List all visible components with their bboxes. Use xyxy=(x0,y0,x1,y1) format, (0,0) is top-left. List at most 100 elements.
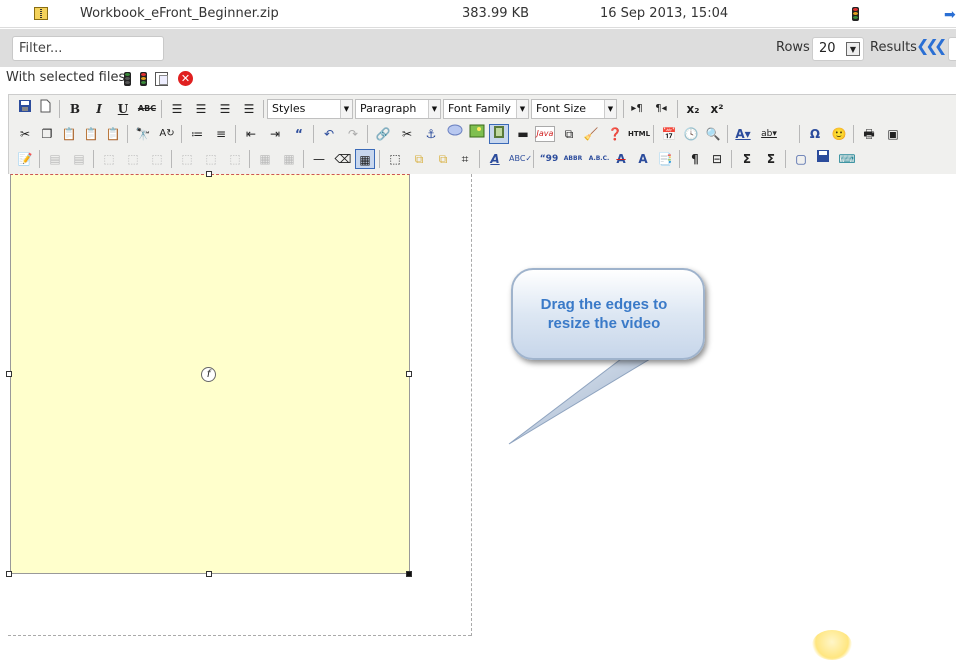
align-right-icon[interactable]: ☰ xyxy=(215,99,235,119)
absolute-position-icon[interactable]: ⬚ xyxy=(385,149,405,169)
new-document-icon[interactable] xyxy=(35,99,55,119)
redo-icon[interactable]: ↷ xyxy=(343,124,363,144)
rtl-icon[interactable]: ¶◂ xyxy=(651,99,671,119)
selected-traffic-light-2-icon[interactable] xyxy=(140,72,147,86)
html-source-button[interactable]: HTML xyxy=(627,124,651,144)
unlink-icon[interactable]: ✂ xyxy=(397,124,417,144)
table-row-props-icon[interactable]: ▤ xyxy=(45,149,65,169)
background-color-icon[interactable]: ab▾ xyxy=(759,124,779,144)
align-left-icon[interactable]: ☰ xyxy=(167,99,187,119)
insertion-icon[interactable]: A xyxy=(633,149,653,169)
download-arrow-icon[interactable]: ➡ xyxy=(944,7,956,23)
indent-icon[interactable]: ⇥ xyxy=(265,124,285,144)
remove-format-icon[interactable]: ⌫ xyxy=(333,149,353,169)
paste-icon[interactable]: 📋 xyxy=(59,124,79,144)
cite-button[interactable]: “99 xyxy=(539,149,559,169)
fullscreen-icon[interactable]: ▣ xyxy=(883,124,903,144)
resize-handle-top[interactable] xyxy=(206,171,212,177)
underline-button[interactable]: U xyxy=(113,99,133,119)
emoticons-icon[interactable]: 🙂 xyxy=(829,124,849,144)
resize-handle-left[interactable] xyxy=(6,371,12,377)
resize-handle-bottom-left[interactable] xyxy=(6,571,12,577)
anchor-icon[interactable]: ⚓ xyxy=(421,124,441,144)
styleprops-icon[interactable]: A xyxy=(485,149,505,169)
blockquote-icon[interactable]: “ xyxy=(289,124,309,144)
save-as-icon[interactable] xyxy=(813,149,833,169)
abbr-button[interactable]: ABBR xyxy=(563,149,583,169)
traffic-light-icon[interactable] xyxy=(852,7,859,21)
paste-text-icon[interactable]: 📋 xyxy=(81,124,101,144)
page-break-icon[interactable]: ⊟ xyxy=(707,149,727,169)
italic-button[interactable]: I xyxy=(89,99,109,119)
rows-select[interactable]: 20 ▼ xyxy=(812,37,864,61)
find-icon[interactable]: 🔭 xyxy=(133,124,153,144)
strikethrough-button[interactable]: ABC xyxy=(137,99,157,119)
move-backward-icon[interactable]: ⧉ xyxy=(433,149,453,169)
media-icon[interactable] xyxy=(489,124,509,144)
delete-col-icon[interactable]: ⬚ xyxy=(225,149,245,169)
crop-icon[interactable]: ⌗ xyxy=(455,149,475,169)
format-select[interactable]: Paragraph ▼ xyxy=(355,99,441,119)
bold-button[interactable]: B xyxy=(65,99,85,119)
delete-row-icon[interactable]: ⬚ xyxy=(147,149,167,169)
format-dropdown-icon[interactable]: ▼ xyxy=(428,100,440,118)
copy-files-icon[interactable] xyxy=(155,72,168,86)
font-size-select[interactable]: Font Size ▼ xyxy=(531,99,617,119)
insert-col-after-icon[interactable]: ⬚ xyxy=(201,149,221,169)
attributes-icon[interactable]: 📑 xyxy=(655,149,675,169)
cut-icon[interactable]: ✂ xyxy=(15,124,35,144)
edit-icon[interactable]: 📝 xyxy=(15,149,35,169)
print-icon[interactable]: 🖶 xyxy=(859,124,879,144)
move-forward-icon[interactable]: ⧉ xyxy=(409,149,429,169)
save-icon[interactable] xyxy=(15,99,35,119)
file-name[interactable]: Workbook_eFront_Beginner.zip xyxy=(80,6,279,21)
styles-select[interactable]: Styles ▼ xyxy=(267,99,353,119)
math-symbol-button[interactable]: Σ xyxy=(761,149,781,169)
template-icon[interactable]: ▢ xyxy=(791,149,811,169)
first-page-icon[interactable]: ❮❮ xyxy=(916,36,939,55)
font-family-select[interactable]: Font Family ▼ xyxy=(443,99,529,119)
deletion-icon[interactable]: A xyxy=(611,149,631,169)
font-family-dropdown-icon[interactable]: ▼ xyxy=(516,100,528,118)
insert-time-icon[interactable]: 🕓 xyxy=(681,124,701,144)
undo-icon[interactable]: ↶ xyxy=(319,124,339,144)
align-center-icon[interactable]: ☰ xyxy=(191,99,211,119)
visual-aid-icon[interactable]: ▦ xyxy=(355,149,375,169)
replace-icon[interactable]: A↻ xyxy=(157,124,177,144)
table-cell-props-icon[interactable]: ▤ xyxy=(69,149,89,169)
outdent-icon[interactable]: ⇤ xyxy=(241,124,261,144)
split-cells-icon[interactable]: ▦ xyxy=(255,149,275,169)
subscript-button[interactable]: x₂ xyxy=(683,99,703,119)
cleanup-icon[interactable]: 🧹 xyxy=(581,124,601,144)
math-sum-button[interactable]: Σ xyxy=(737,149,757,169)
bullet-list-icon[interactable]: ≔ xyxy=(187,124,207,144)
resize-handle-right[interactable] xyxy=(406,371,412,377)
previous-page-icon[interactable]: ❮ xyxy=(934,36,947,55)
insert-date-icon[interactable]: 📅 xyxy=(659,124,679,144)
resize-handle-bottom[interactable] xyxy=(206,571,212,577)
page-select[interactable] xyxy=(948,37,956,61)
keyboard-icon[interactable]: ⌨ xyxy=(837,149,857,169)
align-justify-icon[interactable]: ☰ xyxy=(239,99,259,119)
insert-row-before-icon[interactable]: ⬚ xyxy=(99,149,119,169)
ltr-icon[interactable]: ▸¶ xyxy=(627,99,647,119)
dropdown-arrow-icon[interactable]: ▼ xyxy=(846,42,860,56)
font-size-dropdown-icon[interactable]: ▼ xyxy=(604,100,616,118)
comment-icon[interactable] xyxy=(445,124,465,144)
preview-icon[interactable]: 🔍 xyxy=(703,124,723,144)
spellcheck-icon[interactable]: ABC✓ xyxy=(509,149,532,169)
help-icon[interactable]: ❓ xyxy=(605,124,625,144)
superscript-button[interactable]: x² xyxy=(707,99,727,119)
horizontal-rule-icon[interactable]: ▬ xyxy=(513,124,533,144)
delete-files-icon[interactable]: ✕ xyxy=(178,71,193,86)
copy-icon[interactable]: ❐ xyxy=(37,124,57,144)
acronym-button[interactable]: A.B.C. xyxy=(587,149,611,169)
link-icon[interactable]: 🔗 xyxy=(373,124,393,144)
java-applet-icon[interactable]: Java xyxy=(535,126,555,142)
filter-input[interactable] xyxy=(12,36,164,61)
special-char-button[interactable]: Ω xyxy=(805,124,825,144)
merge-cells-icon[interactable]: ▦ xyxy=(279,149,299,169)
styles-dropdown-icon[interactable]: ▼ xyxy=(340,100,352,118)
insert-layer-icon[interactable]: ⧉ xyxy=(559,124,579,144)
selected-traffic-light-1-icon[interactable] xyxy=(124,72,131,86)
